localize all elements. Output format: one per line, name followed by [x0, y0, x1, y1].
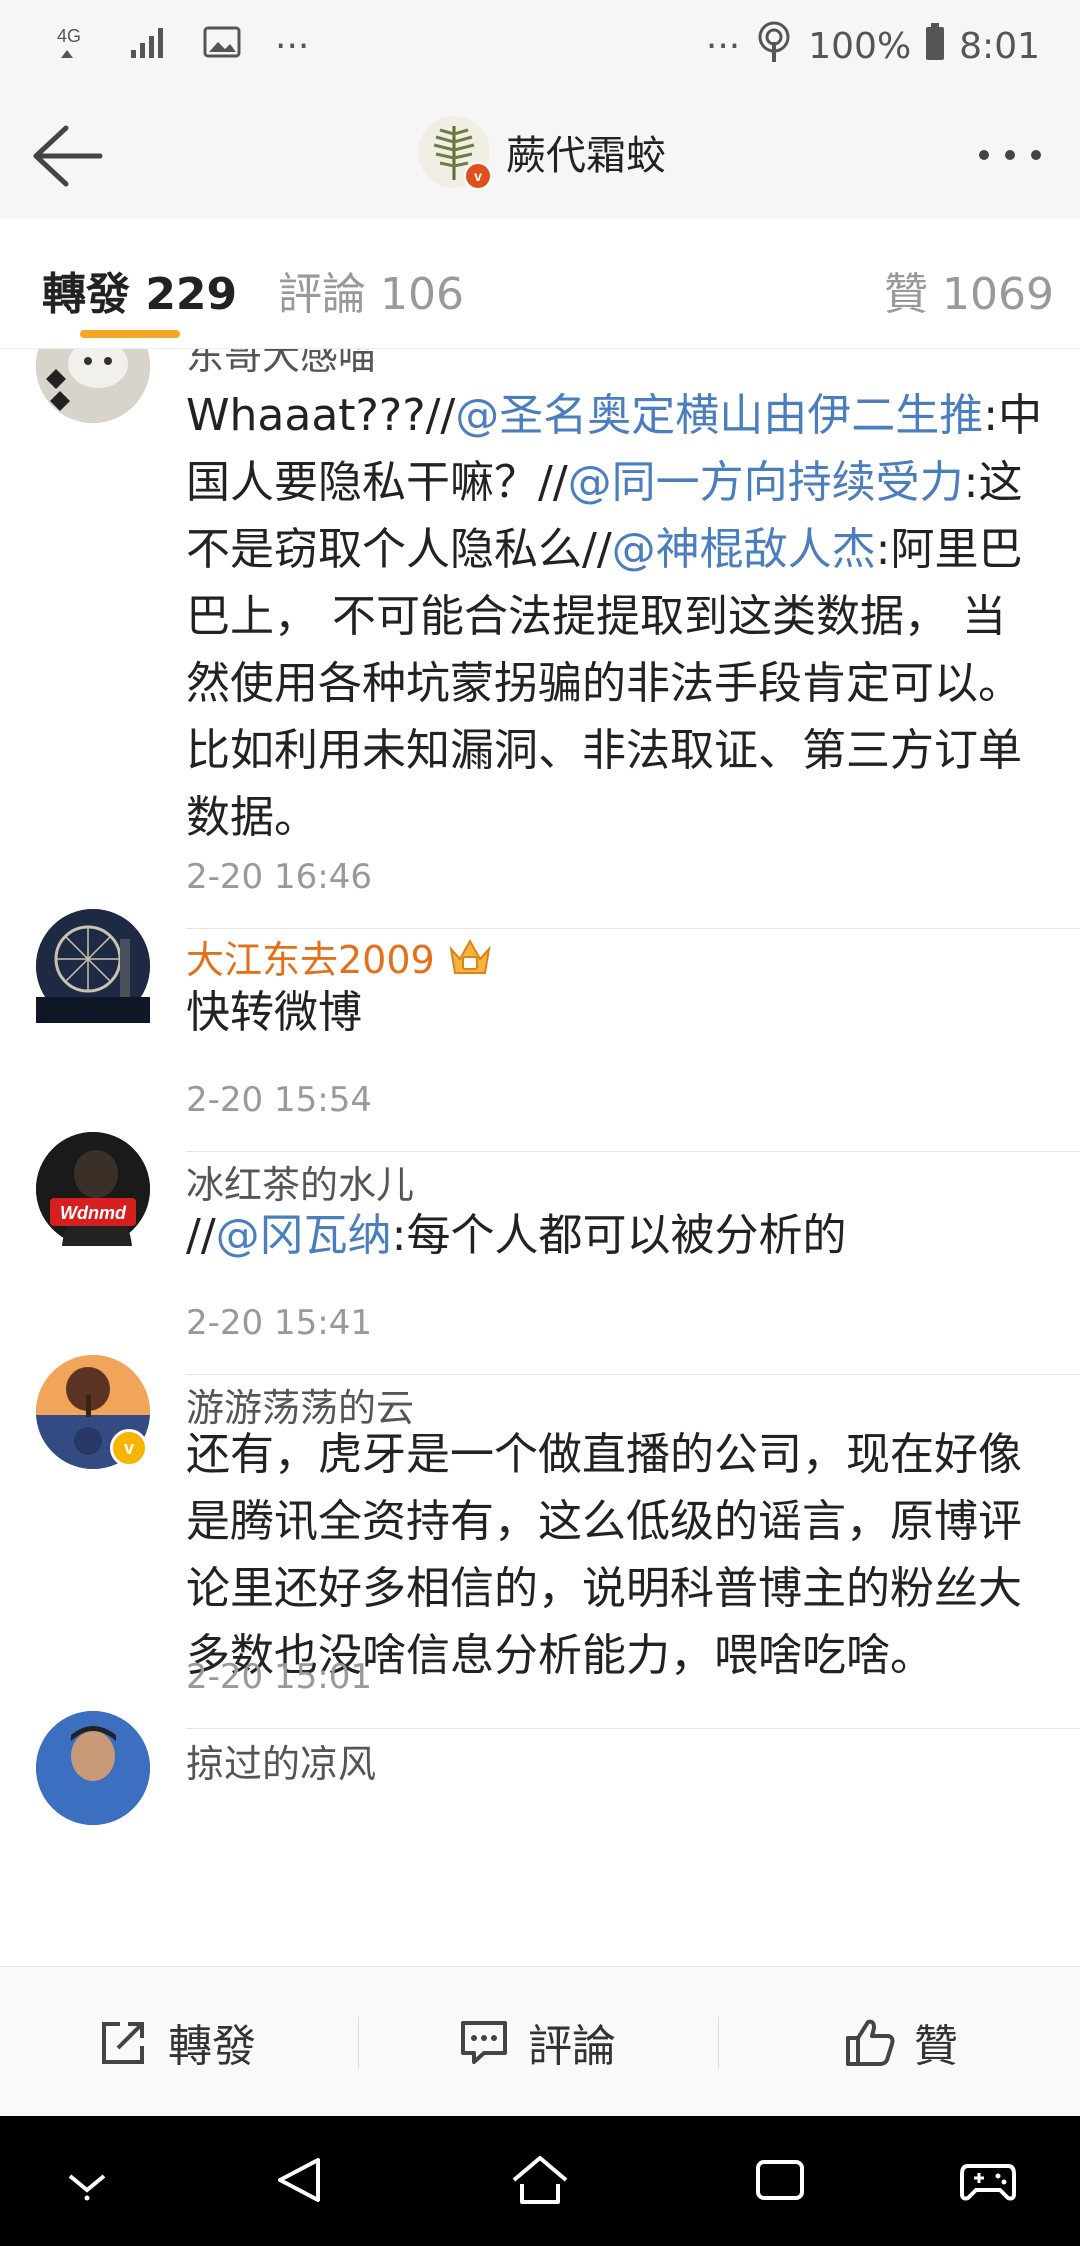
timestamp: 2-20 15:41: [186, 1303, 372, 1343]
gamepad-icon: [960, 2164, 1016, 2201]
back-arrow-icon: [33, 125, 103, 187]
person-avatar-icon: [36, 1711, 150, 1825]
person-avatar-icon: [36, 1132, 150, 1246]
avatar[interactable]: v: [418, 116, 492, 190]
battery-percent: 100%: [808, 26, 912, 67]
repost-text: //@冈瓦纳:每个人都可以被分析的: [186, 1210, 847, 1261]
repost-text: 快转微博: [186, 987, 362, 1038]
avatar[interactable]: [36, 349, 150, 423]
tab-bar: 轉發 229 評論 106 贊 1069: [0, 218, 1080, 349]
header: v 蕨代霜蛟: [0, 90, 1080, 219]
repost-button[interactable]: 轉發: [98, 1967, 256, 2117]
tab-likes[interactable]: 贊 1069: [884, 258, 1054, 322]
hotspot-icon: [754, 20, 794, 73]
recent-apps-button[interactable]: [752, 2152, 808, 2212]
repost-text: 还有，虎牙是一个做直播的公司，现在好像是腾讯全资持有，这么低级的谣言，原博评论里…: [186, 1429, 1022, 1681]
status-bar: 4G ··· ··· 100% 8:01: [0, 0, 1080, 90]
home-nav-button[interactable]: [508, 2152, 572, 2212]
verified-badge: v: [110, 1429, 148, 1467]
mention-link[interactable]: @圣名奥定横山由伊二生推: [455, 390, 983, 441]
thumbs-up-icon: [846, 2019, 895, 2066]
4g-signal-icon: 4G: [55, 22, 95, 71]
action-bar: 轉發 評論 贊: [0, 1966, 1080, 2117]
signal-bars-icon: [129, 24, 169, 69]
game-mode-button[interactable]: [958, 2152, 1018, 2212]
recent-apps-icon: [756, 2160, 804, 2200]
mention-link[interactable]: @同一方向持续受力: [568, 457, 964, 508]
more-dots-icon: [979, 150, 1041, 160]
divider: [186, 1151, 1080, 1152]
mention-link[interactable]: @神棍敌人杰: [612, 524, 876, 575]
vip-crown-icon: [449, 938, 491, 974]
image-icon: [203, 26, 241, 67]
timestamp: 2-20 15:54: [186, 1080, 372, 1120]
avatar[interactable]: v: [36, 1355, 150, 1469]
username[interactable]: 东哥大感喵: [186, 349, 376, 380]
battery-icon: [925, 23, 945, 70]
home-icon: [512, 2156, 568, 2204]
username[interactable]: 大江东去2009: [186, 929, 493, 984]
page-title: 蕨代霜蛟: [506, 133, 666, 179]
more-dots-icon: ···: [275, 26, 310, 67]
system-nav-bar: [0, 2116, 1080, 2246]
back-triangle-icon: [278, 2158, 320, 2202]
active-tab-indicator: [80, 330, 180, 338]
header-profile[interactable]: v 蕨代霜蛟: [418, 116, 666, 190]
divider: [718, 2017, 719, 2069]
timestamp: 2-20 15:01: [186, 1657, 372, 1697]
hide-keyboard-button[interactable]: [62, 2164, 112, 2208]
comment-icon: [461, 2021, 507, 2064]
avatar[interactable]: Wdnmd: [36, 1132, 150, 1246]
verified-badge: v: [464, 162, 492, 190]
clock: 8:01: [959, 26, 1040, 67]
svg-text:4G: 4G: [57, 26, 81, 46]
timestamp: 2-20 16:46: [186, 857, 372, 897]
more-options-button[interactable]: [970, 130, 1050, 180]
repost-text: Whaaat???//@圣名奥定横山由伊二生推:中国人要隐私干嘛？//@同一方向…: [186, 390, 1043, 843]
chevron-down-icon: [68, 2174, 106, 2201]
username[interactable]: 掠过的凉风: [186, 1733, 376, 1788]
ferris-wheel-avatar-icon: [36, 909, 150, 1023]
share-icon: [102, 2022, 144, 2064]
divider: [186, 1374, 1080, 1375]
tab-comments[interactable]: 評論 106: [278, 258, 464, 322]
divider: [186, 1728, 1080, 1729]
like-button[interactable]: 贊: [844, 1967, 958, 2117]
more-dots-icon: ···: [705, 26, 741, 67]
comment-button[interactable]: 評論: [458, 1967, 616, 2117]
avatar-label: Wdnmd: [60, 1203, 126, 1223]
cat-avatar-icon: [36, 349, 150, 423]
back-button[interactable]: [26, 120, 106, 190]
repost-list[interactable]: 东哥大感喵 Whaaat???//@圣名奥定横山由伊二生推:中国人要隐私干嘛？/…: [0, 349, 1080, 1966]
avatar[interactable]: [36, 1711, 150, 1825]
username[interactable]: 冰红茶的水儿: [186, 1154, 414, 1209]
back-nav-button[interactable]: [272, 2152, 328, 2212]
divider: [358, 2017, 359, 2069]
tab-repost[interactable]: 轉發 229: [42, 258, 237, 322]
avatar[interactable]: [36, 909, 150, 1023]
mention-link[interactable]: @冈瓦纳: [216, 1210, 392, 1261]
